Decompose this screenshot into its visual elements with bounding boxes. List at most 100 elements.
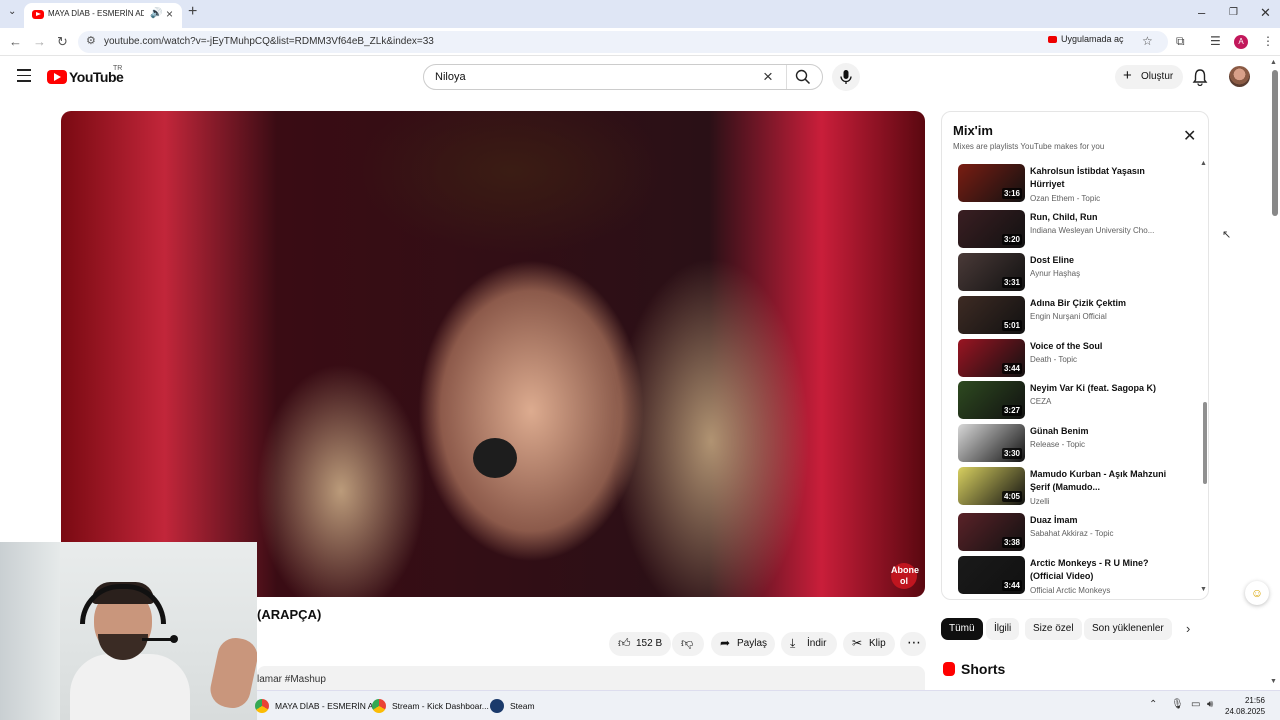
back-icon[interactable]: ←: [9, 34, 22, 49]
voice-search-button[interactable]: [832, 63, 860, 91]
page-scroll-up-icon[interactable]: ▲: [1270, 59, 1277, 66]
playlist-item-channel: Engin Nurşani Official: [1030, 312, 1107, 321]
clip-button[interactable]: ✂ Klip: [843, 632, 895, 656]
new-tab-icon[interactable]: +: [188, 3, 197, 21]
volume-tray-icon[interactable]: 🔊︎: [1207, 699, 1213, 710]
scroll-down-arrow-icon[interactable]: ▼: [1200, 586, 1207, 593]
close-playlist-icon[interactable]: ✕: [1183, 126, 1196, 146]
mouse-cursor-icon: ↖: [1222, 229, 1232, 241]
share-button[interactable]: ➦ Paylaş: [711, 632, 775, 656]
tray-expand-icon[interactable]: ⌃: [1149, 699, 1157, 710]
playlist-item[interactable]: 3:30 Günah Benim Release - Topic: [958, 424, 1188, 464]
playlist-item-title[interactable]: Neyim Var Ki (feat. Sagopa K): [1030, 382, 1170, 395]
playlist-item-title[interactable]: Mamudo Kurban - Aşık Mahzuni Şerif (Mamu…: [1030, 468, 1170, 494]
playlist-item-title[interactable]: Dost Eline: [1030, 254, 1170, 267]
video-thumbnail[interactable]: 4:05: [958, 467, 1025, 505]
windows-taskbar: MAYA DİAB - ESMERİN A... Stream - Kick D…: [255, 690, 1280, 720]
youtube-app-icon: [1048, 36, 1057, 44]
page-scrollbar[interactable]: [1272, 70, 1278, 216]
playlist-item[interactable]: 3:20 Run, Child, Run Indiana Wesleyan Univ…: [958, 210, 1188, 250]
video-thumbnail[interactable]: 5:01: [958, 296, 1025, 334]
speaker-icon[interactable]: 🔊: [150, 8, 162, 19]
search-query[interactable]: Niloya: [435, 71, 466, 83]
playlist-item-title[interactable]: Kahrolsun İstibdat Yaşasın Hürriyet: [1030, 165, 1170, 191]
create-button[interactable]: + Oluştur: [1115, 65, 1183, 89]
playlist-item-channel: CEZA: [1030, 397, 1052, 406]
playlist-item-title[interactable]: Voice of the Soul: [1030, 340, 1170, 353]
video-thumbnail[interactable]: 3:27: [958, 381, 1025, 419]
download-button[interactable]: ⤓ İndir: [781, 632, 837, 656]
like-button[interactable]: 👍︎ 152 B: [609, 632, 671, 656]
taskbar-label: Steam: [510, 701, 535, 711]
video-thumbnail[interactable]: 3:44: [958, 339, 1025, 377]
playlist-item-title[interactable]: Duaz İmam: [1030, 514, 1170, 527]
video-thumbnail[interactable]: 3:20: [958, 210, 1025, 248]
playlist-item[interactable]: 3:44 Arctic Monkeys - R U Mine? (Official…: [958, 556, 1188, 596]
taskbar-item-browser-youtube[interactable]: MAYA DİAB - ESMERİN A...: [255, 696, 381, 716]
tab-list-chevron-icon[interactable]: ⌄: [8, 6, 16, 17]
playlist-item-channel: Ozan Ethem - Topic: [1030, 194, 1101, 203]
scroll-up-arrow-icon[interactable]: ▲: [1200, 160, 1207, 167]
playlist-item-title[interactable]: Arctic Monkeys - R U Mine? (Official Vid…: [1030, 557, 1170, 583]
menu-kebab-icon[interactable]: ⋮: [1262, 34, 1274, 48]
site-info-icon[interactable]: ⚙: [86, 34, 96, 47]
shorts-heading: Shorts: [943, 661, 1005, 677]
floating-helper-icon[interactable]: ☺: [1245, 581, 1269, 605]
video-player[interactable]: Abone ol: [61, 111, 925, 597]
video-thumbnail[interactable]: 3:16: [958, 164, 1025, 202]
chip-related[interactable]: İlgili: [986, 618, 1020, 640]
chip-for-you[interactable]: Size özel: [1025, 618, 1082, 640]
extensions-icon[interactable]: ⧉: [1176, 34, 1185, 49]
duration-badge: 3:44: [1001, 580, 1022, 591]
taskbar-item-steam[interactable]: Steam: [490, 696, 550, 716]
video-thumbnail[interactable]: 3:38: [958, 513, 1025, 551]
chip-all[interactable]: Tümü: [941, 618, 983, 640]
playlist-item[interactable]: 4:05 Mamudo Kurban - Aşık Mahzuni Şerif (…: [958, 467, 1188, 507]
clear-search-icon[interactable]: ×: [763, 67, 773, 87]
reading-list-icon[interactable]: ☰: [1210, 34, 1221, 48]
more-actions-button[interactable]: ⋯: [900, 632, 926, 656]
page-scroll-down-icon[interactable]: ▼: [1270, 678, 1277, 685]
search-divider: [786, 65, 787, 89]
playlist-item[interactable]: 3:16 Kahrolsun İstibdat Yaşasın Hürriyet O…: [958, 164, 1188, 204]
playlist-scrollbar[interactable]: [1203, 402, 1207, 484]
notifications-bell-icon[interactable]: [1192, 68, 1208, 91]
hamburger-menu-icon[interactable]: [17, 69, 31, 86]
minimize-icon[interactable]: –: [1198, 5, 1205, 20]
subscribe-watermark[interactable]: Abone ol: [891, 563, 919, 589]
close-tab-icon[interactable]: ×: [166, 7, 173, 21]
playlist-item[interactable]: 3:31 Dost Eline Aynur Haşhaş: [958, 253, 1188, 293]
close-window-icon[interactable]: ✕: [1260, 5, 1271, 21]
taskbar-item-browser-kick[interactable]: Stream - Kick Dashboar...: [372, 696, 489, 716]
playlist-item-title[interactable]: Günah Benim: [1030, 425, 1170, 438]
playlist-item[interactable]: 3:44 Voice of the Soul Death - Topic: [958, 339, 1188, 379]
url-text[interactable]: youtube.com/watch?v=-jEyTMuhpCQ&list=RDM…: [104, 36, 434, 47]
dislike-button[interactable]: 👎︎: [672, 632, 704, 656]
forward-icon[interactable]: →: [33, 34, 46, 49]
reload-icon[interactable]: ↻: [57, 34, 68, 50]
browser-profile-avatar[interactable]: A: [1234, 35, 1248, 49]
video-thumbnail[interactable]: 3:30: [958, 424, 1025, 462]
clock-time: 21:56: [1244, 696, 1265, 705]
playlist-item[interactable]: 5:01 Adına Bir Çizik Çektim Engin Nurşani …: [958, 296, 1188, 336]
video-thumbnail[interactable]: 3:31: [958, 253, 1025, 291]
display-tray-icon[interactable]: ▭: [1191, 699, 1200, 710]
playlist-item-title[interactable]: Adına Bir Çizik Çektim: [1030, 297, 1170, 310]
playlist-item-title[interactable]: Run, Child, Run: [1030, 211, 1170, 224]
browser-tab-active[interactable]: MAYA DİAB - ESMERİN ADI 🔊 ×: [24, 3, 182, 28]
open-in-app-button[interactable]: Uygulamada aç: [1048, 34, 1124, 50]
bookmark-star-icon[interactable]: ☆: [1142, 34, 1153, 48]
search-button[interactable]: [795, 69, 811, 90]
chip-recently-uploaded[interactable]: Son yüklenenler: [1084, 618, 1172, 640]
playlist-item[interactable]: 3:27 Neyim Var Ki (feat. Sagopa K) CEZA: [958, 381, 1188, 421]
microphone-tray-icon[interactable]: 🎙︎: [1171, 699, 1184, 710]
search-input[interactable]: Niloya ×: [423, 64, 823, 90]
playlist-item[interactable]: 3:38 Duaz İmam Sabahat Akkiraz - Topic: [958, 513, 1188, 553]
mix-playlist-panel: Mix'im Mixes are playlists YouTube makes…: [941, 111, 1209, 600]
user-avatar[interactable]: [1229, 66, 1250, 87]
chevron-right-icon[interactable]: ›: [1186, 621, 1190, 636]
restore-icon[interactable]: ❐: [1229, 7, 1238, 18]
video-thumbnail[interactable]: 3:44: [958, 556, 1025, 594]
omnibox[interactable]: ⚙ youtube.com/watch?v=-jEyTMuhpCQ&list=R…: [78, 31, 1168, 53]
taskbar-clock[interactable]: 21:56 24.08.2025: [1225, 695, 1265, 717]
